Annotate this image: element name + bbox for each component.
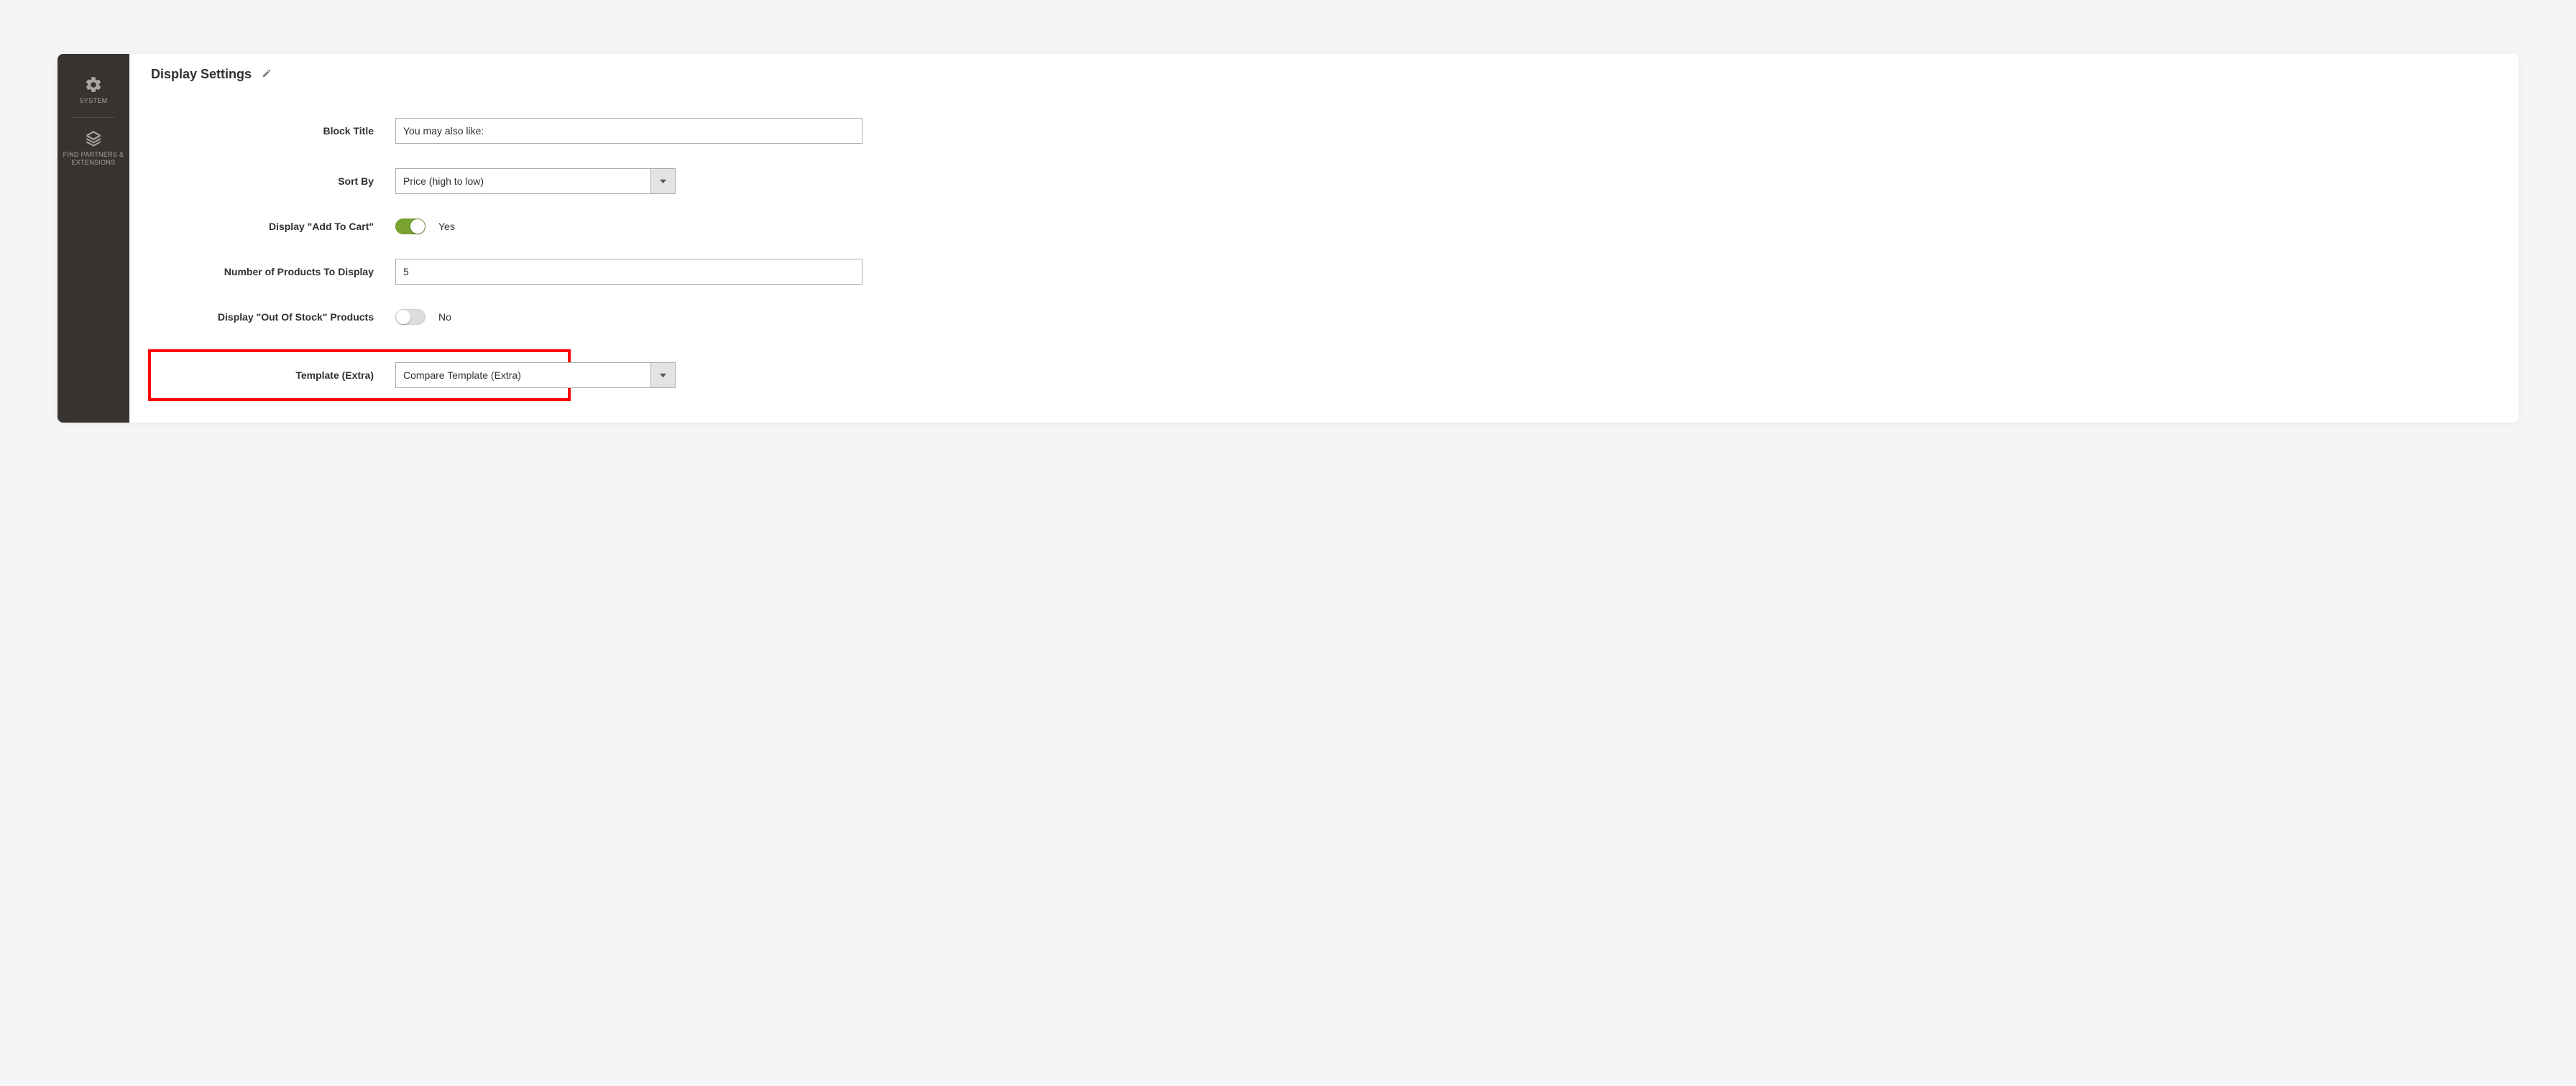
label-block-title: Block Title	[151, 125, 395, 137]
admin-sidebar: SYSTEM FIND PARTNERS & EXTENSIONS	[58, 54, 129, 423]
row-block-title: Block Title	[151, 118, 2497, 144]
row-display-add-to-cart: Display "Add To Cart" Yes	[151, 218, 2497, 234]
row-template-highlighted: Template (Extra) Compare Template (Extra…	[148, 349, 571, 401]
sidebar-item-label: SYSTEM	[60, 97, 126, 106]
sidebar-item-label: FIND PARTNERS & EXTENSIONS	[60, 151, 126, 167]
toggle-knob	[410, 219, 425, 234]
label-num-products: Number of Products To Display	[151, 266, 395, 277]
label-sort-by: Sort By	[151, 175, 395, 187]
sidebar-divider	[72, 117, 115, 118]
display-oos-value: No	[438, 311, 451, 323]
display-add-to-cart-value: Yes	[438, 221, 455, 232]
sidebar-item-system[interactable]: SYSTEM	[58, 68, 129, 117]
row-num-products: Number of Products To Display	[151, 259, 2497, 285]
block-title-input[interactable]	[395, 118, 862, 144]
template-value: Compare Template (Extra)	[396, 363, 650, 387]
display-oos-toggle[interactable]	[395, 309, 426, 325]
row-display-oos: Display "Out Of Stock" Products No	[151, 309, 2497, 325]
display-add-to-cart-toggle[interactable]	[395, 218, 426, 234]
sort-by-select[interactable]: Price (high to low)	[395, 168, 676, 194]
form-rows: Block Title Sort By Price (high to low)	[151, 118, 2497, 401]
toggle-knob	[396, 310, 410, 324]
gear-icon	[84, 75, 103, 94]
admin-panel: SYSTEM FIND PARTNERS & EXTENSIONS Displa…	[58, 54, 2518, 423]
label-display-add-to-cart: Display "Add To Cart"	[151, 221, 395, 232]
section-header: Display Settings	[151, 67, 2497, 82]
content-area: Display Settings Block Title Sort By Pri…	[129, 54, 2518, 423]
chevron-down-icon	[650, 363, 675, 387]
chevron-down-icon	[650, 169, 675, 193]
sidebar-item-partners[interactable]: FIND PARTNERS & EXTENSIONS	[58, 122, 129, 179]
pencil-icon	[262, 68, 272, 78]
row-sort-by: Sort By Price (high to low)	[151, 168, 2497, 194]
num-products-input[interactable]	[395, 259, 862, 285]
label-display-oos: Display "Out Of Stock" Products	[151, 311, 395, 323]
label-template: Template (Extra)	[151, 369, 395, 381]
section-title: Display Settings	[151, 67, 252, 82]
blocks-icon	[84, 129, 103, 148]
sort-by-value: Price (high to low)	[396, 169, 650, 193]
template-select[interactable]: Compare Template (Extra)	[395, 362, 676, 388]
edit-section-button[interactable]	[262, 68, 272, 80]
